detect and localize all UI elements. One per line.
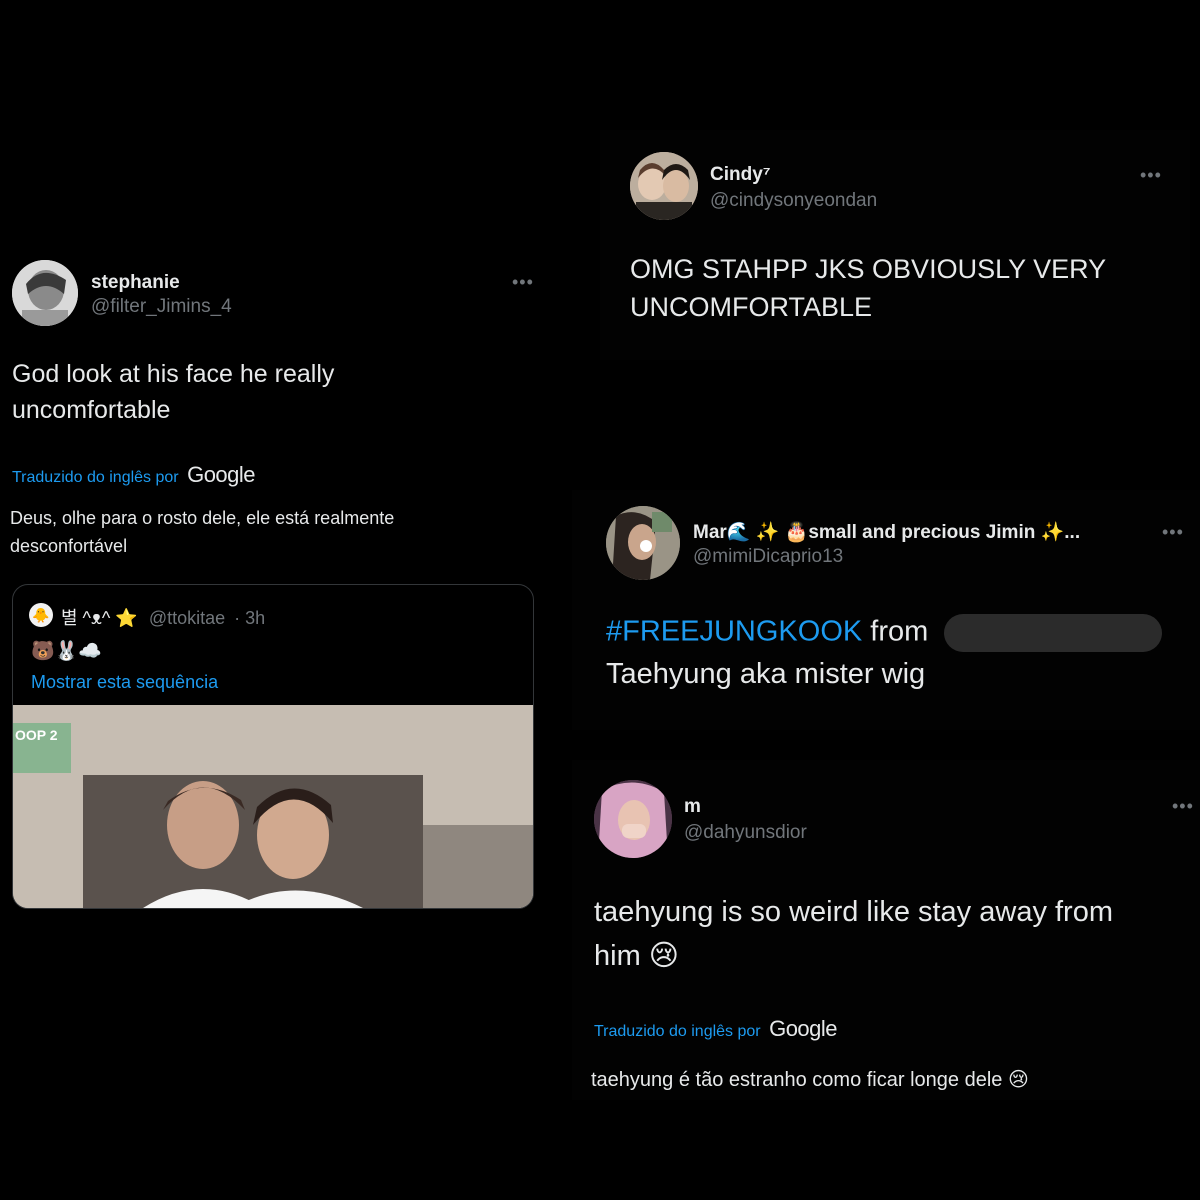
media-overlay-text: OOP 2: [15, 727, 58, 743]
display-name[interactable]: Cindy⁷: [710, 164, 771, 186]
avatar[interactable]: [12, 260, 78, 326]
translation-line-2: desconfortável: [10, 536, 128, 556]
translation-line-1: taehyung é tão estranho como ficar longe…: [591, 1069, 1029, 1091]
avatar-image: [12, 260, 78, 326]
avatar[interactable]: [630, 152, 698, 220]
show-thread-link[interactable]: Mostrar esta sequência: [31, 672, 218, 693]
quote-emojis: 🐻🐰☁️: [31, 641, 102, 662]
quote-avatar: 🐥: [29, 603, 53, 627]
display-name[interactable]: m: [684, 796, 701, 818]
quote-handle: @ttokitae: [148, 608, 226, 628]
quote-time: · 3h: [234, 608, 266, 628]
tweet-text-line-2: Taehyung aka mister wig: [606, 658, 926, 690]
tweet-cindy: Cindy⁷ @cindysonyeondan ••• OMG STAHPP J…: [600, 130, 1190, 360]
translated-by[interactable]: Traduzido do inglês por Google: [12, 462, 256, 488]
quote-display-name: 별 ^ᴥ^ ⭐: [61, 608, 138, 628]
quote-header: 별 ^ᴥ^ ⭐ @ttokitae · 3h: [61, 604, 265, 630]
tweet-text-line-2: UNCOMFORTABLE: [630, 292, 873, 322]
google-logo: Google: [187, 462, 256, 487]
quoted-tweet[interactable]: 🐥 별 ^ᴥ^ ⭐ @ttokitae · 3h 🐻🐰☁️ Mostrar es…: [12, 584, 534, 909]
tweet-text-line-1: taehyung is so weird like stay away from: [594, 896, 1113, 928]
tweet-text-line-2: him 😢: [594, 940, 680, 972]
media-image: [13, 705, 533, 908]
text-from: from: [870, 615, 929, 648]
tweet-mar: Mar🌊 ✨ 🎂small and precious Jimin ✨... @m…: [572, 490, 1200, 730]
translated-by[interactable]: Traduzido do inglês por Google: [594, 1016, 838, 1042]
tweet-text-line-1: God look at his face he really: [12, 360, 335, 388]
tweet-text-line-1: #FREEJUNGKOOK from: [606, 614, 1163, 652]
redacted-box: [944, 614, 1163, 652]
avatar-image: [630, 152, 698, 220]
tweet-m: m @dahyunsdior ••• taehyung is so weird …: [572, 760, 1200, 1100]
tweet-stephanie: stephanie @filter_Jimins_4 ••• God look …: [0, 0, 560, 1200]
google-logo: Google: [769, 1016, 838, 1041]
tweet-text-line-2: uncomfortable: [12, 396, 171, 424]
handle[interactable]: @dahyunsdior: [684, 822, 807, 844]
display-name[interactable]: Mar🌊 ✨ 🎂small and precious Jimin ✨...: [693, 520, 1080, 544]
avatar[interactable]: [594, 780, 672, 858]
translated-label: Traduzido do inglês por: [594, 1023, 761, 1040]
more-icon[interactable]: •••: [1162, 522, 1184, 543]
translated-label: Traduzido do inglês por: [12, 469, 179, 486]
avatar-image: [606, 506, 680, 580]
more-icon[interactable]: •••: [512, 272, 534, 293]
hashtag-link[interactable]: #FREEJUNGKOOK: [606, 616, 862, 648]
handle[interactable]: @filter_Jimins_4: [91, 296, 232, 318]
handle[interactable]: @cindysonyeondan: [710, 190, 877, 212]
more-icon[interactable]: •••: [1140, 165, 1162, 186]
translation-line-1: Deus, olhe para o rosto dele, ele está r…: [10, 508, 395, 528]
handle[interactable]: @mimiDicaprio13: [693, 546, 843, 568]
quote-media[interactable]: OOP 2: [13, 705, 533, 908]
tweet-text-line-1: OMG STAHPP JKS OBVIOUSLY VERY: [630, 254, 1107, 284]
more-icon[interactable]: •••: [1172, 796, 1194, 817]
avatar[interactable]: [606, 506, 680, 580]
avatar-image: [594, 780, 672, 858]
display-name[interactable]: stephanie: [91, 272, 180, 294]
